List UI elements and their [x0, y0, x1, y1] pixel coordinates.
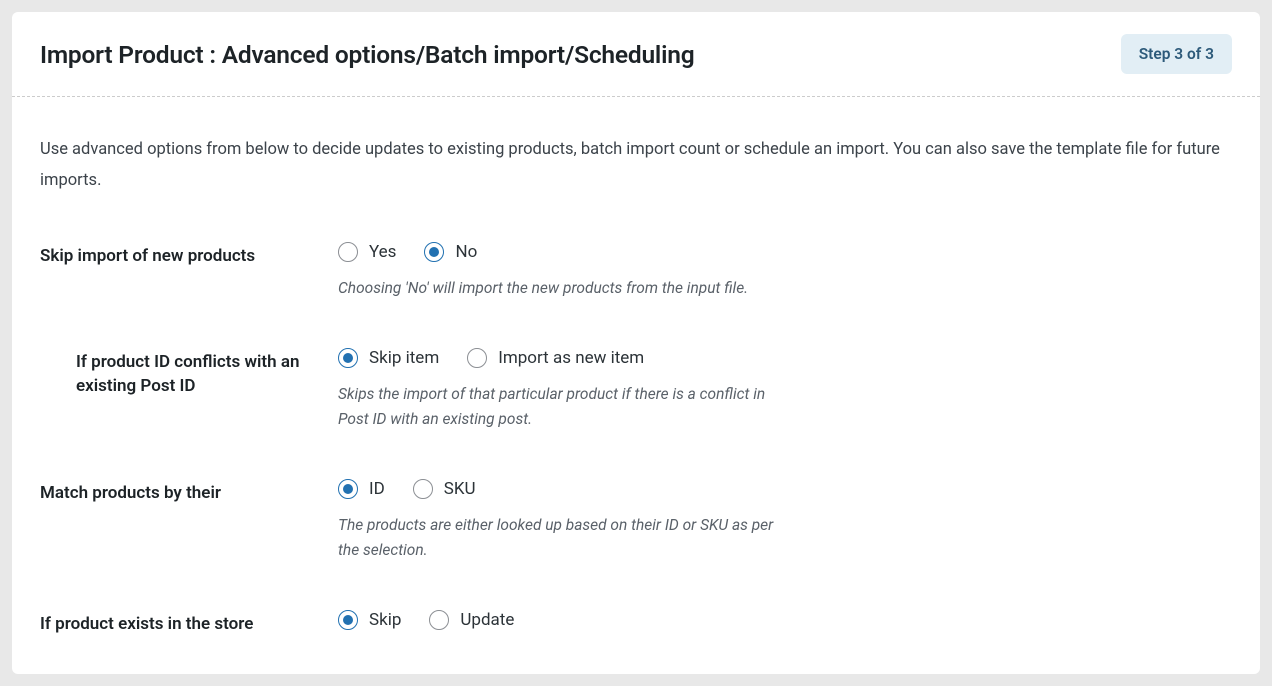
radio-match-by-sku[interactable]: SKU — [413, 479, 476, 499]
label-skip-new: Skip import of new products — [40, 242, 338, 269]
controls-id-conflict: Skip item Import as new item Skips the i… — [338, 348, 1232, 433]
panel-header: Import Product : Advanced options/Batch … — [12, 12, 1260, 97]
radio-icon — [429, 610, 449, 630]
radio-icon — [413, 479, 433, 499]
radio-group-match-by: ID SKU — [338, 479, 1232, 499]
label-product-exists: If product exists in the store — [40, 610, 338, 637]
intro-text: Use advanced options from below to decid… — [40, 135, 1232, 196]
radio-label: Update — [460, 610, 514, 630]
radio-label: No — [455, 242, 477, 262]
controls-product-exists: Skip Update — [338, 610, 1232, 644]
radio-icon — [338, 610, 358, 630]
radio-label: SKU — [444, 479, 476, 499]
form-row-product-exists: If product exists in the store Skip Upda… — [40, 610, 1232, 644]
radio-label: Skip — [369, 610, 401, 630]
import-product-panel: Import Product : Advanced options/Batch … — [12, 12, 1260, 674]
step-badge: Step 3 of 3 — [1121, 34, 1232, 74]
help-id-conflict: Skips the import of that particular prod… — [338, 382, 793, 433]
radio-skip-new-no[interactable]: No — [424, 242, 477, 262]
form-row-skip-new: Skip import of new products Yes No Choos… — [40, 242, 1232, 302]
radio-label: Yes — [369, 242, 396, 262]
radio-product-exists-update[interactable]: Update — [429, 610, 514, 630]
radio-match-by-id[interactable]: ID — [338, 479, 385, 499]
controls-match-by: ID SKU The products are either looked up… — [338, 479, 1232, 564]
form-row-id-conflict: If product ID conflicts with an existing… — [40, 348, 1232, 433]
panel-content: Use advanced options from below to decid… — [12, 97, 1260, 674]
form-row-match-by: Match products by their ID SKU The produ… — [40, 479, 1232, 564]
help-skip-new: Choosing 'No' will import the new produc… — [338, 276, 793, 302]
controls-skip-new: Yes No Choosing 'No' will import the new… — [338, 242, 1232, 302]
label-id-conflict: If product ID conflicts with an existing… — [40, 348, 338, 399]
radio-product-exists-skip[interactable]: Skip — [338, 610, 401, 630]
radio-group-skip-new: Yes No — [338, 242, 1232, 262]
help-match-by: The products are either looked up based … — [338, 513, 793, 564]
radio-group-product-exists: Skip Update — [338, 610, 1232, 630]
radio-id-conflict-skip[interactable]: Skip item — [338, 348, 439, 368]
radio-label: Import as new item — [498, 348, 644, 368]
radio-label: Skip item — [369, 348, 439, 368]
radio-icon — [338, 242, 358, 262]
radio-icon — [467, 348, 487, 368]
page-title: Import Product : Advanced options/Batch … — [40, 40, 694, 69]
radio-label: ID — [369, 479, 385, 499]
radio-id-conflict-import[interactable]: Import as new item — [467, 348, 644, 368]
radio-group-id-conflict: Skip item Import as new item — [338, 348, 1232, 368]
radio-icon — [424, 242, 444, 262]
radio-icon — [338, 479, 358, 499]
radio-skip-new-yes[interactable]: Yes — [338, 242, 396, 262]
label-match-by: Match products by their — [40, 479, 338, 506]
radio-icon — [338, 348, 358, 368]
